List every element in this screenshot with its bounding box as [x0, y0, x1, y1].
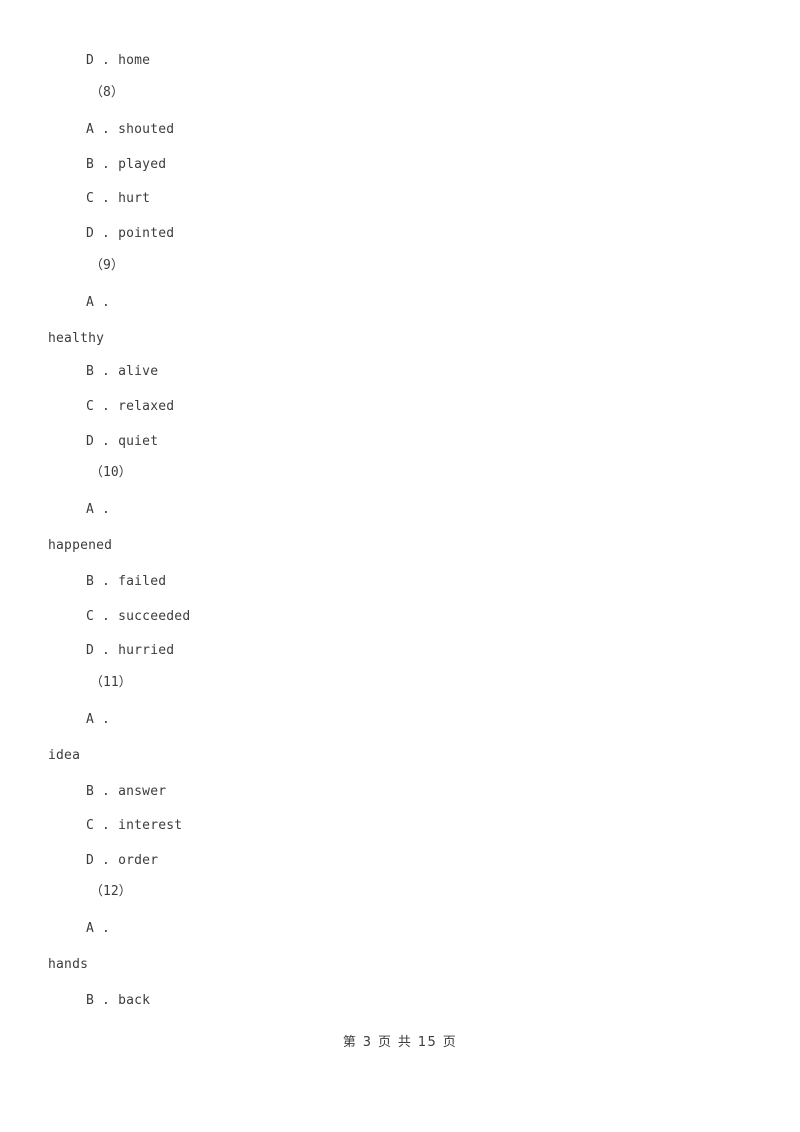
answer-option: B . played: [86, 157, 167, 172]
question-number: （10）: [90, 465, 132, 480]
answer-option: A .: [86, 502, 111, 517]
answer-option: D . quiet: [86, 434, 159, 449]
answer-option: A .: [86, 921, 111, 936]
wrapped-word: healthy: [48, 331, 105, 346]
answer-option: C . hurt: [86, 191, 151, 206]
answer-option: C . interest: [86, 818, 183, 833]
answer-option: D . home: [86, 53, 151, 68]
wrapped-word: happened: [48, 538, 113, 553]
answer-option: A .: [86, 712, 111, 727]
question-number: （11）: [90, 675, 132, 690]
answer-option: B . failed: [86, 574, 167, 589]
page-footer: 第 3 页 共 15 页: [342, 1035, 458, 1050]
question-number: （8）: [90, 85, 124, 100]
answer-option: B . back: [86, 993, 151, 1008]
answer-option: D . hurried: [86, 643, 175, 658]
wrapped-word: idea: [48, 748, 81, 763]
answer-option: D . pointed: [86, 226, 175, 241]
document-page: D . home （8） A . shouted B . played C . hurt…: [0, 0, 800, 1132]
answer-option: A .: [86, 295, 111, 310]
answer-option: C . relaxed: [86, 399, 175, 414]
question-number: （9）: [90, 258, 124, 273]
answer-option: D . order: [86, 853, 159, 868]
wrapped-word: hands: [48, 957, 89, 972]
answer-option: B . alive: [86, 364, 159, 379]
answer-option: A . shouted: [86, 122, 175, 137]
question-number: （12）: [90, 884, 132, 899]
answer-option: B . answer: [86, 784, 167, 799]
answer-option: C . succeeded: [86, 609, 191, 624]
